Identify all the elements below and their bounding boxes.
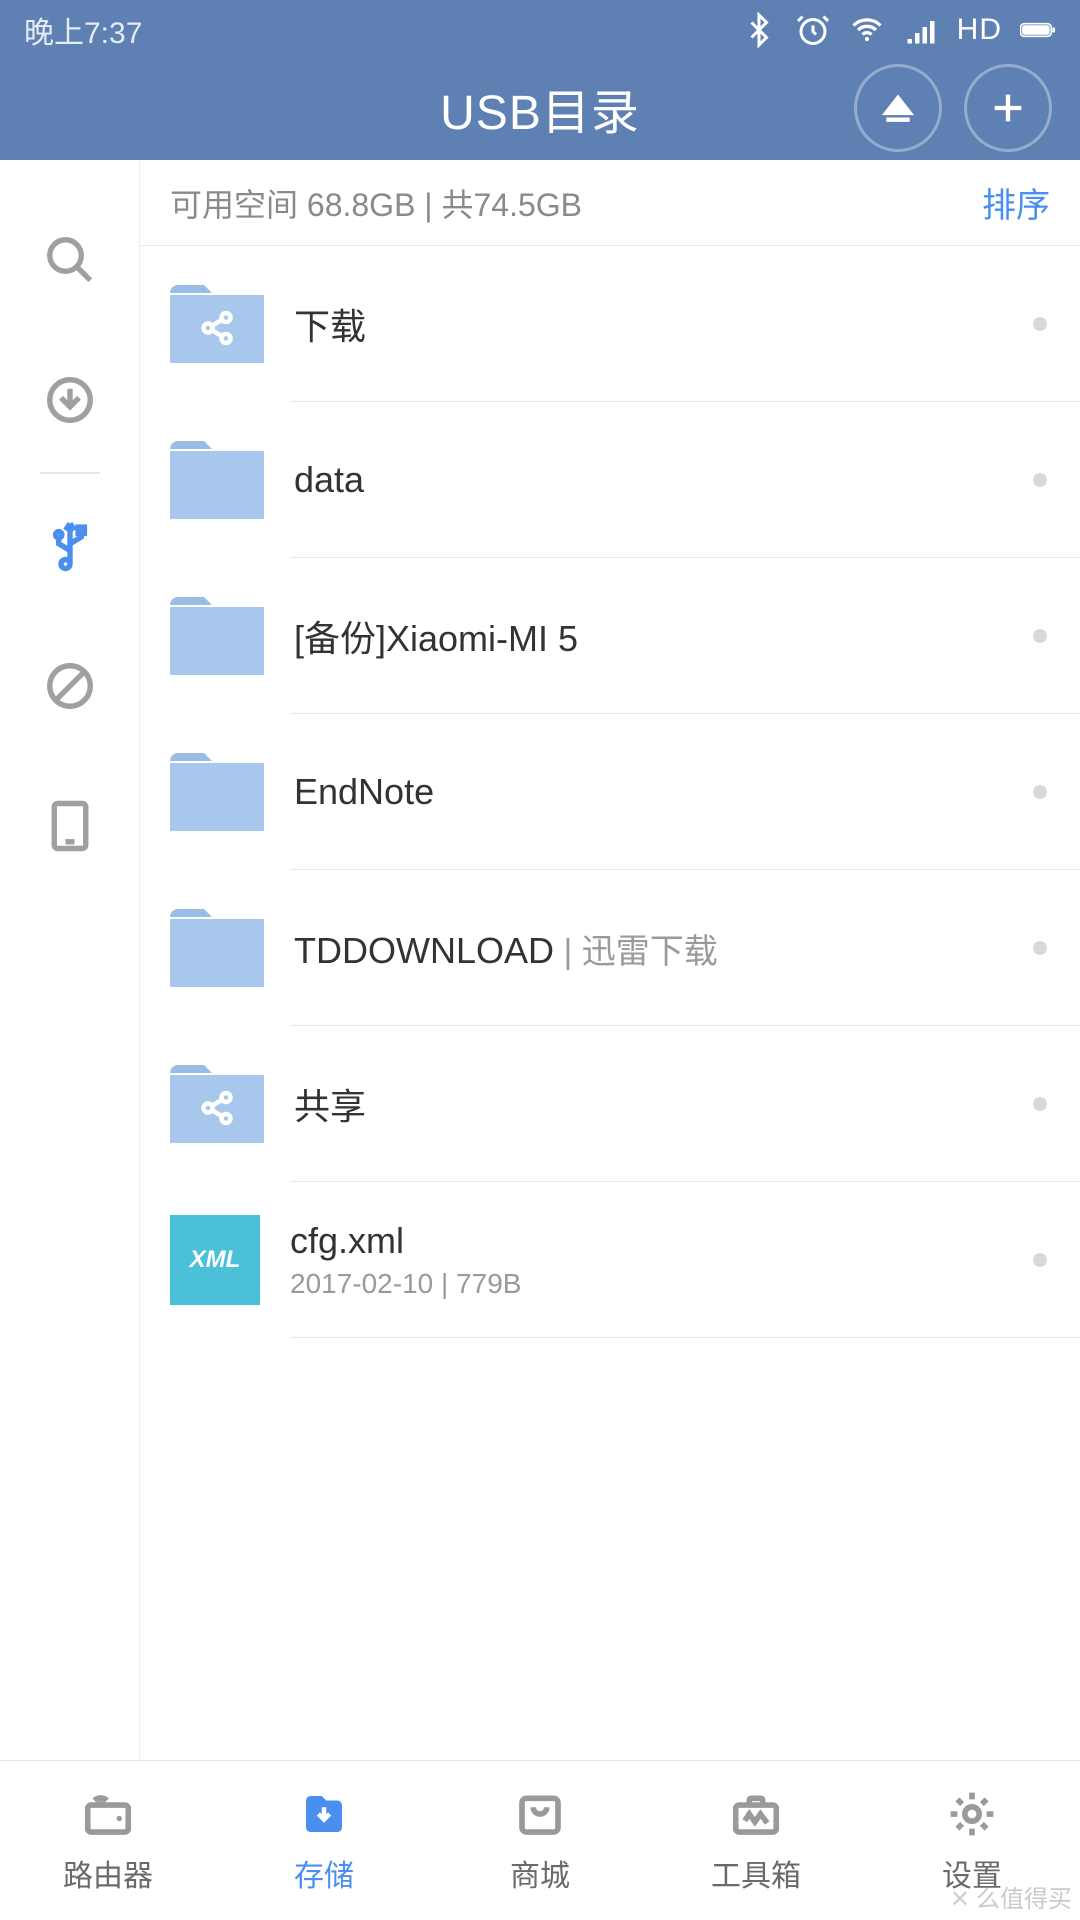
folder-row-downloads[interactable]: 下载 — [140, 246, 1080, 402]
folder-share-icon — [170, 285, 264, 363]
usb-icon — [43, 519, 97, 573]
download-circle-icon — [43, 373, 97, 427]
file-name: data — [294, 459, 1000, 501]
file-name: TDDOWNLOAD | 迅雷下载 — [294, 924, 1000, 973]
storage-icon — [297, 1787, 351, 1841]
folder-row-data[interactable]: data — [140, 402, 1080, 558]
file-row-cfg-xml[interactable]: XML cfg.xml 2017-02-10 | 779B — [140, 1182, 1080, 1338]
search-icon — [43, 233, 97, 287]
battery-icon — [1020, 12, 1056, 48]
file-name: 共享 — [294, 1078, 1000, 1130]
storage-summary: 可用空间 68.8GB | 共74.5GB — [170, 180, 582, 226]
store-icon — [513, 1787, 567, 1841]
folder-row-shared[interactable]: 共享 — [140, 1026, 1080, 1182]
nav-item-toolbox[interactable]: 工具箱 — [648, 1761, 864, 1920]
hd-indicator: HD — [957, 13, 1002, 47]
dot-icon — [1033, 473, 1047, 487]
sidebar-item-download[interactable] — [0, 330, 140, 470]
xml-file-icon: XML — [170, 1215, 260, 1305]
folder-row-endnote[interactable]: EndNote — [140, 714, 1080, 870]
dot-icon — [1033, 785, 1047, 799]
plus-icon — [988, 88, 1028, 128]
content-area: 可用空间 68.8GB | 共74.5GB 排序 下载 data — [140, 160, 1080, 1760]
file-name: 下载 — [294, 298, 1000, 350]
router-icon — [81, 1787, 135, 1841]
file-name: [备份]Xiaomi-MI 5 — [294, 610, 1000, 662]
status-indicators: HD — [741, 12, 1056, 48]
nav-label: 设置 — [942, 1851, 1002, 1895]
status-time: 晚上7:37 — [24, 8, 142, 52]
sidebar-item-usb[interactable] — [0, 476, 140, 616]
folder-icon — [170, 909, 264, 987]
bluetooth-icon — [741, 12, 777, 48]
folder-icon — [170, 753, 264, 831]
row-more-button[interactable] — [1000, 317, 1080, 331]
dot-icon — [1033, 1097, 1047, 1111]
dot-icon — [1033, 629, 1047, 643]
row-more-button[interactable] — [1000, 629, 1080, 643]
dot-icon — [1033, 317, 1047, 331]
nav-item-store[interactable]: 商城 — [432, 1761, 648, 1920]
app-header: USB目录 — [0, 60, 1080, 160]
bottom-nav: 路由器 存储 商城 工具箱 设置 ✕么值得买 — [0, 1760, 1080, 1920]
sidebar-item-device[interactable] — [0, 756, 140, 896]
tablet-icon — [43, 799, 97, 853]
row-more-button[interactable] — [1000, 1253, 1080, 1267]
nav-item-router[interactable]: 路由器 — [0, 1761, 216, 1920]
dot-icon — [1033, 941, 1047, 955]
sidebar-separator — [40, 472, 100, 474]
eject-button[interactable] — [854, 64, 942, 152]
row-more-button[interactable] — [1000, 785, 1080, 799]
page-title: USB目录 — [440, 87, 640, 140]
folder-icon — [170, 441, 264, 519]
folder-icon — [170, 597, 264, 675]
nav-label: 路由器 — [63, 1851, 153, 1895]
dot-icon — [1033, 1253, 1047, 1267]
nav-label: 商城 — [510, 1851, 570, 1895]
row-more-button[interactable] — [1000, 473, 1080, 487]
nav-item-settings[interactable]: 设置 — [864, 1761, 1080, 1920]
add-button[interactable] — [964, 64, 1052, 152]
file-meta: 2017-02-10 | 779B — [290, 1268, 1000, 1300]
gear-icon — [945, 1787, 999, 1841]
nav-item-storage[interactable]: 存储 — [216, 1761, 432, 1920]
row-more-button[interactable] — [1000, 941, 1080, 955]
sort-button[interactable]: 排序 — [982, 178, 1050, 227]
status-bar: 晚上7:37 HD — [0, 0, 1080, 60]
folder-share-icon — [170, 1065, 264, 1143]
no-symbol-icon — [43, 659, 97, 713]
folder-row-tddownload[interactable]: TDDOWNLOAD | 迅雷下载 — [140, 870, 1080, 1026]
row-more-button[interactable] — [1000, 1097, 1080, 1111]
sidebar-item-search[interactable] — [0, 190, 140, 330]
alarm-icon — [795, 12, 831, 48]
nav-label: 存储 — [294, 1851, 354, 1895]
toolbox-icon — [729, 1787, 783, 1841]
wifi-icon — [849, 12, 885, 48]
sidebar-item-disabled[interactable] — [0, 616, 140, 756]
file-name: EndNote — [294, 771, 1000, 813]
file-name: cfg.xml — [290, 1220, 1000, 1262]
eject-icon — [878, 88, 918, 128]
file-list[interactable]: 下载 data [备份]Xiaomi-MI 5 — [140, 246, 1080, 1760]
sidebar — [0, 160, 140, 1760]
folder-row-backup[interactable]: [备份]Xiaomi-MI 5 — [140, 558, 1080, 714]
nav-label: 工具箱 — [711, 1851, 801, 1895]
signal-icon — [903, 12, 939, 48]
storage-summary-row: 可用空间 68.8GB | 共74.5GB 排序 — [140, 160, 1080, 246]
